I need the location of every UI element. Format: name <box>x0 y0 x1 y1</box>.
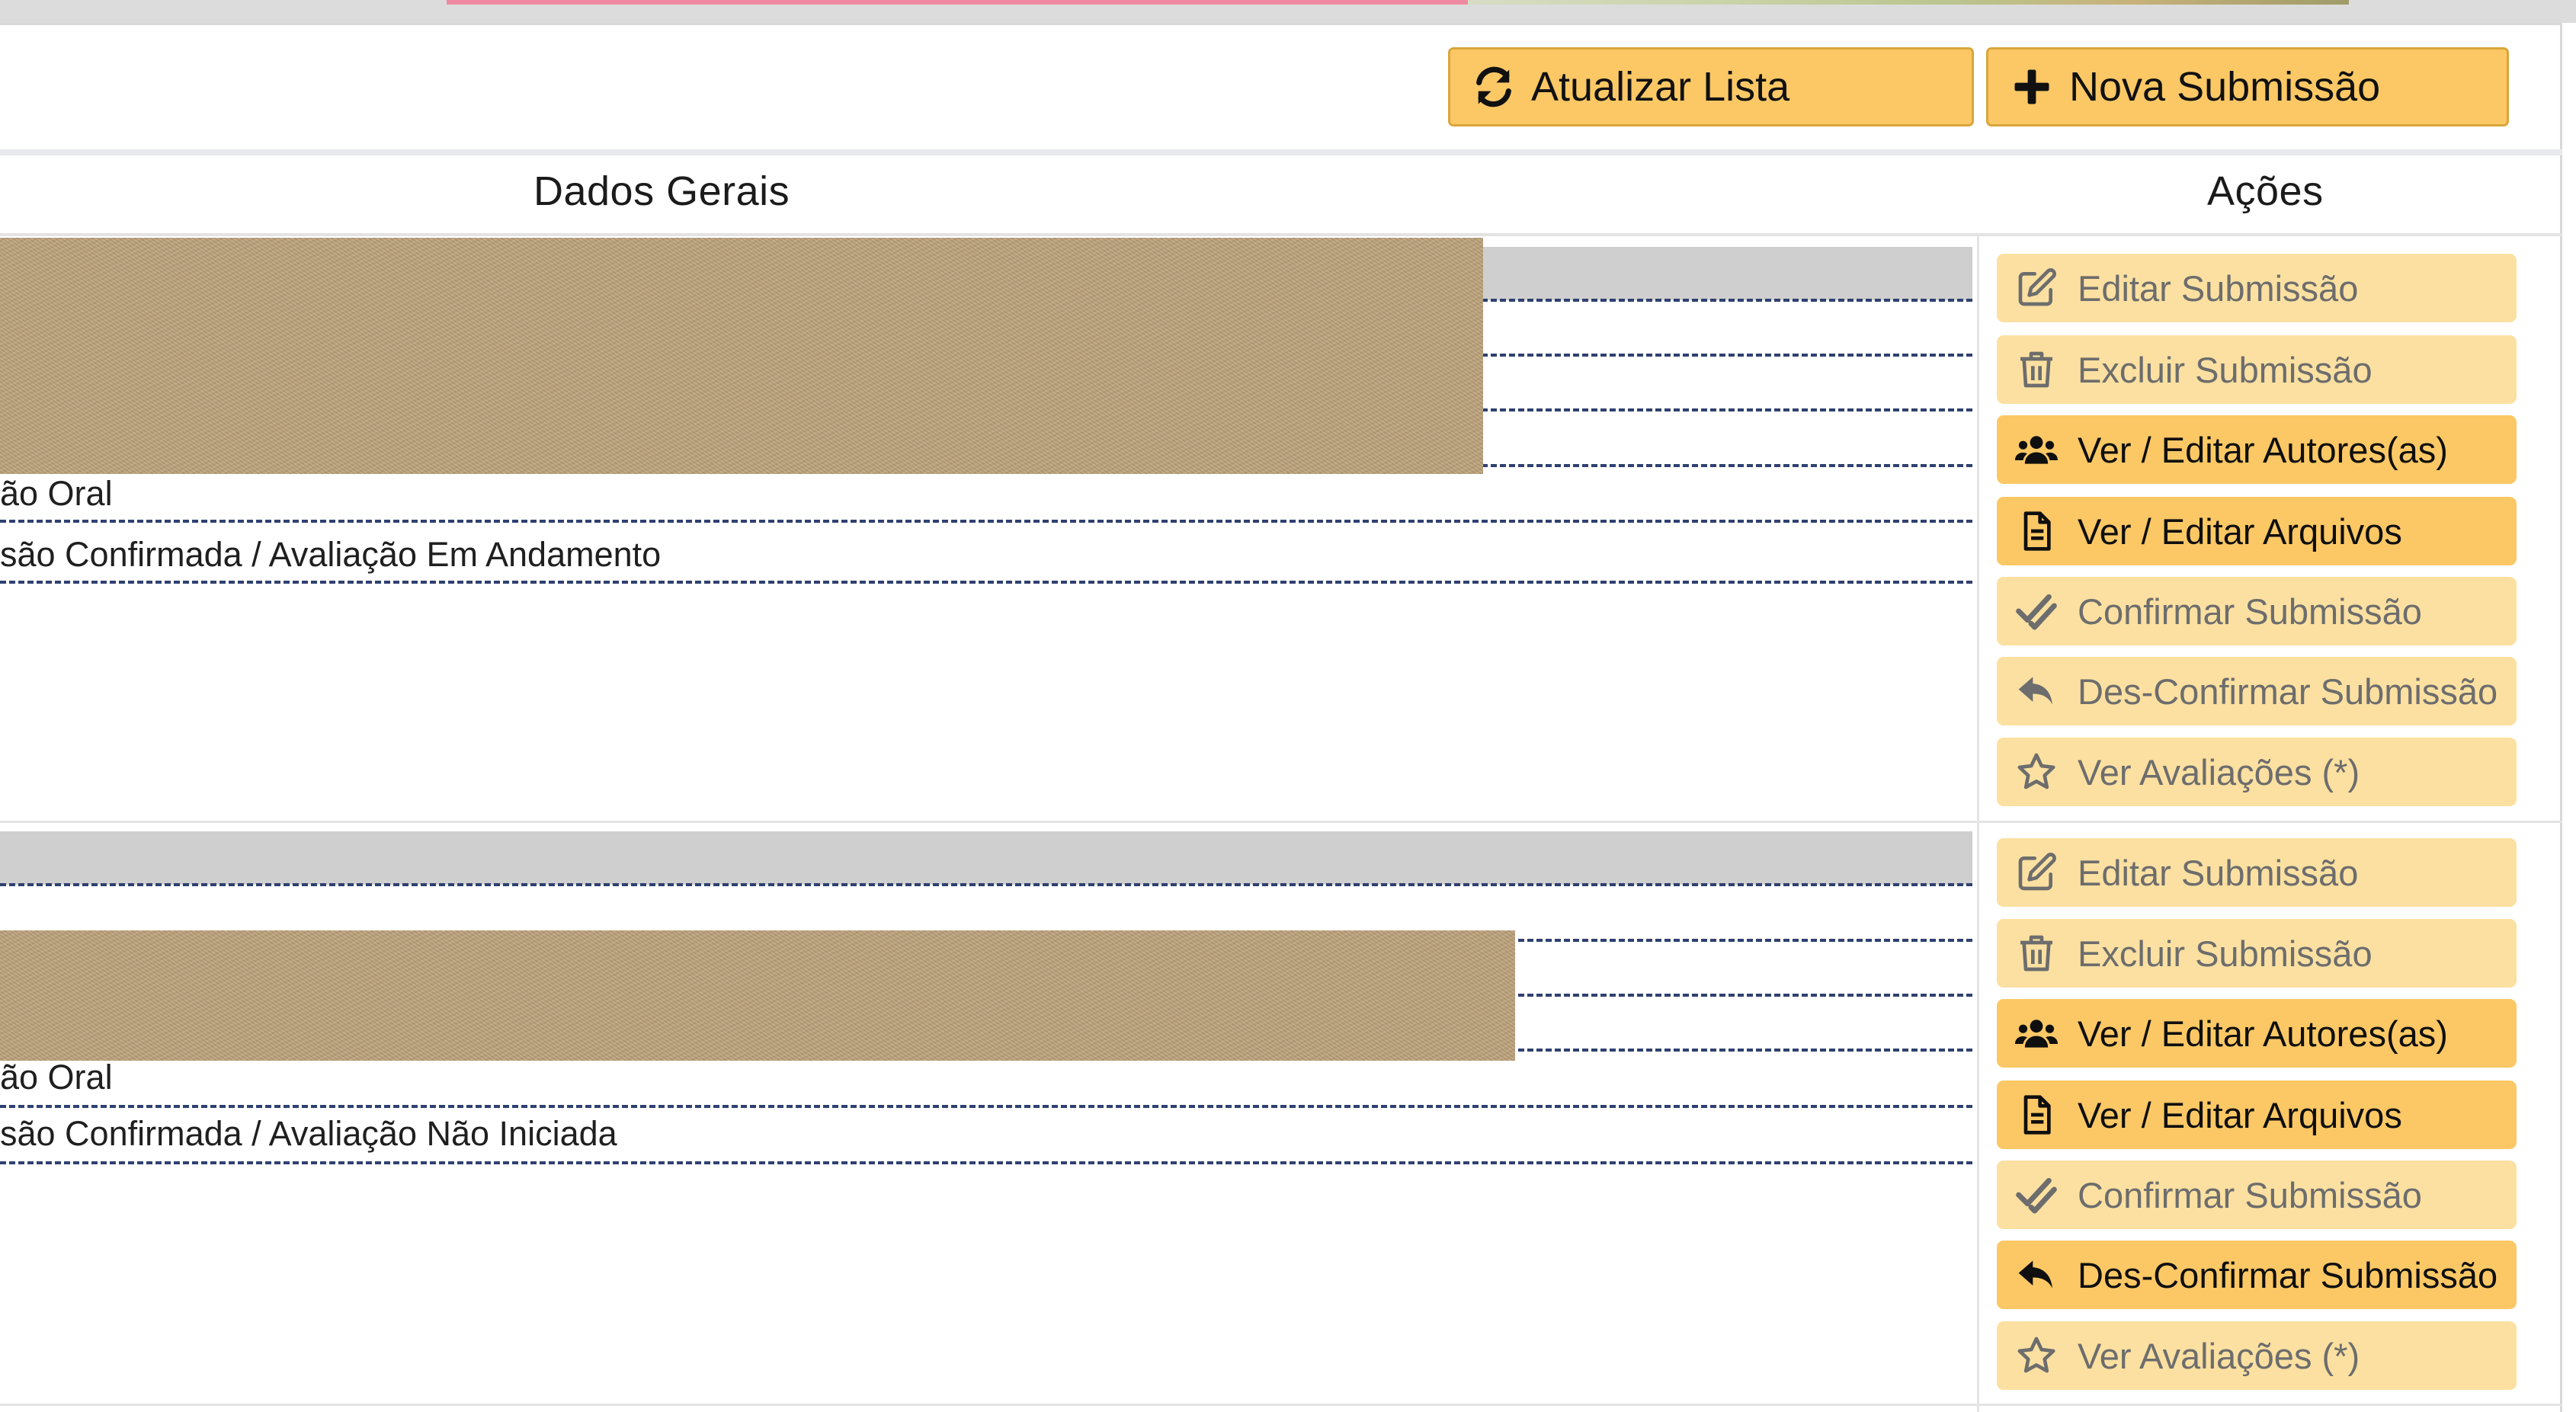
field-rule <box>0 1161 1972 1164</box>
refresh-list-button[interactable]: Atualizar Lista <box>1448 47 1974 126</box>
field-rule <box>0 581 1972 584</box>
field-rule <box>0 883 1972 886</box>
field-rule <box>0 520 1972 523</box>
action-label: Ver / Editar Arquivos <box>2078 511 2402 552</box>
column-header-actions: Ações <box>2207 168 2324 214</box>
action-label: Editar Submissão <box>2078 267 2359 309</box>
users-icon <box>2015 436 2058 464</box>
edit-submission-button[interactable]: Editar Submissão <box>1997 254 2517 322</box>
action-label: Ver Avaliações (*) <box>2078 751 2360 792</box>
banner-image <box>1468 0 2349 5</box>
action-label: Des-Confirmar Submissão <box>2078 1254 2498 1295</box>
edit-icon <box>2018 853 2056 891</box>
action-label: Confirmar Submissão <box>2078 1174 2422 1215</box>
edit-authors-button[interactable]: Ver / Editar Autores(as) <box>1997 999 2517 1068</box>
new-submission-button[interactable]: Nova Submissão <box>1986 47 2509 126</box>
submission-type: ão Oral <box>0 1058 113 1097</box>
reply-icon <box>2018 677 2052 705</box>
header-divider <box>0 233 2562 236</box>
trash-icon <box>2020 351 2052 388</box>
banner-strip <box>447 0 1468 5</box>
confirm-submission-button[interactable]: Confirmar Submissão <box>1997 1161 2517 1229</box>
trash-icon <box>2020 935 2052 972</box>
column-separator <box>1977 236 1979 1412</box>
row-separator <box>0 1404 2562 1406</box>
action-label: Ver / Editar Arquivos <box>2078 1094 2402 1135</box>
redacted-block <box>0 238 1483 474</box>
edit-authors-button[interactable]: Ver / Editar Autores(as) <box>1997 415 2517 484</box>
toolbar-divider <box>0 149 2562 155</box>
edit-files-button[interactable]: Ver / Editar Arquivos <box>1997 1081 2517 1149</box>
action-label: Confirmar Submissão <box>2078 591 2422 632</box>
delete-submission-button[interactable]: Excluir Submissão <box>1997 335 2517 404</box>
plus-icon <box>2014 69 2049 104</box>
edit-files-button[interactable]: Ver / Editar Arquivos <box>1997 497 2517 565</box>
row-separator <box>0 821 2562 823</box>
submission-type: ão Oral <box>0 474 113 513</box>
submission-status: são Confirmada / Avaliação Não Iniciada <box>0 1114 617 1153</box>
action-label: Excluir Submissão <box>2078 933 2373 974</box>
double-check-icon <box>2016 594 2057 630</box>
action-label: Ver / Editar Autores(as) <box>2078 1013 2448 1054</box>
action-label: Ver Avaliações (*) <box>2078 1335 2360 1376</box>
delete-submission-button[interactable]: Excluir Submissão <box>1997 919 2517 988</box>
users-icon <box>2015 1020 2058 1048</box>
unconfirm-submission-button[interactable]: Des-Confirmar Submissão <box>1997 657 2517 725</box>
star-icon <box>2017 753 2055 789</box>
action-label: Des-Confirmar Submissão <box>2078 671 2498 712</box>
star-icon <box>2017 1337 2055 1373</box>
reply-icon <box>2018 1260 2052 1289</box>
refresh-list-label: Atualizar Lista <box>1531 64 1790 110</box>
edit-submission-button[interactable]: Editar Submissão <box>1997 838 2517 907</box>
field-rule <box>0 1105 1972 1108</box>
action-label: Editar Submissão <box>2078 852 2359 893</box>
view-reviews-button[interactable]: Ver Avaliações (*) <box>1997 1321 2517 1390</box>
redacted-block <box>0 930 1515 1061</box>
new-submission-label: Nova Submissão <box>2069 64 2381 110</box>
double-check-icon <box>2016 1177 2057 1214</box>
file-icon <box>2023 1095 2051 1135</box>
refresh-icon <box>1476 66 1511 107</box>
action-label: Excluir Submissão <box>2078 349 2373 390</box>
action-label: Ver / Editar Autores(as) <box>2078 429 2448 470</box>
submission-status: são Confirmada / Avaliação Em Andamento <box>0 535 662 574</box>
column-header-general: Dados Gerais <box>533 168 790 214</box>
file-icon <box>2023 511 2051 551</box>
row-title-bar <box>0 831 1972 885</box>
view-reviews-button[interactable]: Ver Avaliações (*) <box>1997 738 2517 806</box>
confirm-submission-button[interactable]: Confirmar Submissão <box>1997 577 2517 645</box>
unconfirm-submission-button[interactable]: Des-Confirmar Submissão <box>1997 1241 2517 1309</box>
edit-icon <box>2018 268 2056 306</box>
